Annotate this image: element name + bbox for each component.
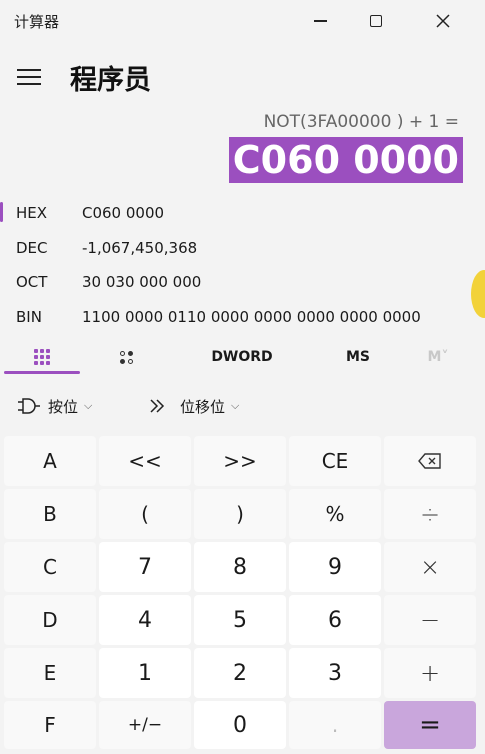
bitshift-dropdown[interactable]: 位移位 ⌵	[148, 390, 239, 422]
radix-dec-label: DEC	[16, 239, 48, 257]
key-multiply[interactable]: ×	[384, 542, 476, 592]
radix-hex-row[interactable]: HEX C060 0000	[0, 196, 485, 230]
key-b[interactable]: B	[4, 489, 96, 539]
key-d[interactable]: D	[4, 595, 96, 645]
tab-full-keypad[interactable]	[4, 340, 80, 374]
radix-bin-label: BIN	[16, 308, 42, 326]
title-bar: 计算器	[0, 0, 485, 42]
key-1[interactable]: 1	[99, 648, 191, 698]
minimize-icon	[313, 20, 327, 22]
key-5[interactable]: 5	[194, 595, 286, 645]
key-negate[interactable]: +/−	[99, 701, 191, 749]
mode-title: 程序员	[70, 65, 151, 96]
chevron-down-icon: ⌵	[231, 399, 240, 412]
backspace-button[interactable]	[384, 436, 476, 486]
key-right-shift[interactable]: >>	[194, 436, 286, 486]
key-7[interactable]: 7	[99, 542, 191, 592]
radix-bin-row[interactable]: BIN 1100 0000 0110 0000 0000 0000 0000 0…	[0, 300, 485, 334]
tab-bit-toggle[interactable]	[88, 340, 164, 374]
key-equals[interactable]: =	[384, 701, 476, 749]
memory-list-button: M˅	[427, 349, 449, 365]
minimize-button[interactable]	[297, 0, 343, 42]
keypad-tabs: DWORD MS M˅	[0, 340, 485, 374]
key-3[interactable]: 3	[289, 648, 381, 698]
key-left-shift[interactable]: <<	[99, 436, 191, 486]
hamburger-menu-icon	[17, 69, 41, 71]
radix-oct-row[interactable]: OCT 30 030 000 000	[0, 265, 485, 299]
hamburger-menu-button[interactable]	[10, 60, 48, 94]
close-icon	[436, 14, 450, 28]
radix-dec-row[interactable]: DEC -1,067,450,368	[0, 231, 485, 265]
maximize-button[interactable]	[353, 0, 399, 42]
result-display[interactable]: C060 0000	[228, 137, 463, 183]
backspace-icon	[418, 453, 441, 469]
radix-hex-value: C060 0000	[82, 204, 165, 222]
keypad: A << >> CE B ( ) % ÷ C 7 8 9 × D 4 5 6 −…	[4, 436, 478, 749]
key-2[interactable]: 2	[194, 648, 286, 698]
word-size-button[interactable]: DWORD	[196, 340, 288, 374]
memory-store-button[interactable]: MS	[328, 340, 388, 374]
radix-hex-label: HEX	[16, 204, 48, 222]
key-right-paren[interactable]: )	[194, 489, 286, 539]
maximize-icon	[370, 15, 382, 27]
key-4[interactable]: 4	[99, 595, 191, 645]
key-divide[interactable]: ÷	[384, 489, 476, 539]
bit-toggle-keypad-icon	[119, 350, 133, 364]
key-f[interactable]: F	[4, 701, 96, 749]
key-minus[interactable]: −	[384, 595, 476, 645]
bitshift-label: 位移位	[180, 397, 226, 416]
logic-gate-icon	[18, 398, 40, 414]
expression-display: NOT(3FA00000 ) + 1 =	[263, 112, 459, 132]
key-c[interactable]: C	[4, 542, 96, 592]
key-0[interactable]: 0	[194, 701, 286, 749]
key-8[interactable]: 8	[194, 542, 286, 592]
key-percent[interactable]: %	[289, 489, 381, 539]
radix-oct-value: 30 030 000 000	[82, 273, 202, 291]
key-a[interactable]: A	[4, 436, 96, 486]
chevron-down-icon: ⌵	[84, 399, 93, 412]
radix-oct-label: OCT	[16, 273, 48, 291]
bitwise-label: 按位	[48, 397, 79, 416]
key-decimal: .	[289, 701, 381, 749]
radix-bin-value: 1100 0000 0110 0000 0000 0000 0000 0000	[82, 308, 421, 326]
app-title: 计算器	[14, 13, 60, 31]
bitwise-dropdown[interactable]: 按位 ⌵	[16, 390, 92, 422]
key-6[interactable]: 6	[289, 595, 381, 645]
key-9[interactable]: 9	[289, 542, 381, 592]
key-e[interactable]: E	[4, 648, 96, 698]
key-clear-entry[interactable]: CE	[289, 436, 381, 486]
key-left-paren[interactable]: (	[99, 489, 191, 539]
close-button[interactable]	[420, 0, 466, 42]
key-plus[interactable]: +	[384, 648, 476, 698]
full-keypad-icon	[34, 349, 50, 365]
bitshift-icon	[150, 399, 165, 413]
radix-dec-value: -1,067,450,368	[82, 239, 198, 257]
